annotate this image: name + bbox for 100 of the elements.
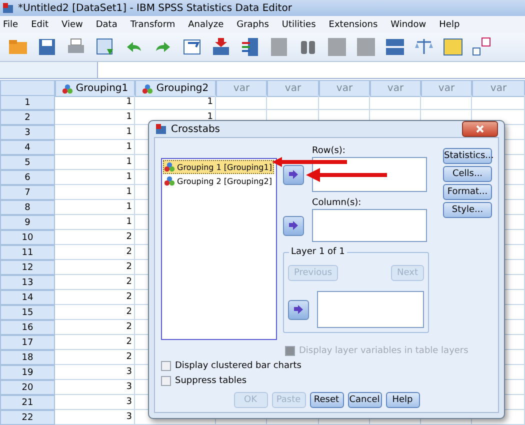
variable-list[interactable]: Grouping 1 [Grouping1] Grouping 2 [Grouping2] [161, 158, 277, 340]
rows-label: Row(s): [312, 146, 346, 157]
row-number[interactable]: 22 [0, 410, 55, 425]
variable-label: Grouping 1 [Grouping1] [177, 162, 272, 172]
close-icon [476, 125, 484, 133]
option-button[interactable]: Format... [443, 184, 492, 200]
scale-icon[interactable] [414, 37, 434, 57]
row-number[interactable]: 4 [0, 140, 55, 155]
checkbox-label: Display layer variables in table layers [299, 346, 468, 356]
row-number[interactable]: 17 [0, 335, 55, 350]
menu-item[interactable]: Transform [130, 20, 176, 30]
arrow-icon [292, 305, 304, 314]
dialog-button[interactable]: Help [386, 392, 420, 408]
row-number[interactable]: 18 [0, 350, 55, 365]
menu-item[interactable]: Data [96, 20, 118, 30]
cell-reference-field[interactable] [0, 62, 98, 78]
labels-icon[interactable] [472, 37, 492, 57]
window-title: *Untitled2 [DataSet1] - IBM SPSS Statistics Data Editor [18, 2, 292, 14]
row-number[interactable]: 14 [0, 290, 55, 305]
row-number[interactable]: 5 [0, 155, 55, 170]
table-cell: 2 [55, 290, 135, 305]
column-label: Grouping1 [76, 83, 128, 94]
table-cell: 2 [55, 350, 135, 365]
row-number[interactable]: 6 [0, 170, 55, 185]
menu-item[interactable]: File [3, 20, 18, 30]
checkbox-label: Suppress tables [175, 376, 247, 386]
row-number[interactable]: 15 [0, 305, 55, 320]
grid-icon[interactable] [269, 37, 289, 57]
variable-label: Grouping 2 [Grouping2] [177, 176, 272, 186]
grid-icon[interactable] [327, 37, 347, 57]
menu-item[interactable]: Graphs [236, 20, 269, 30]
row-number[interactable]: 9 [0, 215, 55, 230]
row-number[interactable]: 2 [0, 110, 55, 125]
menu-item[interactable]: Extensions [328, 20, 378, 30]
row-number[interactable]: 21 [0, 395, 55, 410]
circles-icon [142, 84, 154, 94]
column-header[interactable]: Grouping1 [55, 80, 135, 97]
table-cell: 2 [55, 245, 135, 260]
table-icon[interactable] [443, 37, 463, 57]
column-label: Grouping2 [156, 83, 209, 94]
checkbox-label: Display clustered bar charts [175, 361, 302, 371]
circles-icon [164, 176, 175, 186]
option-button[interactable]: Cells... [443, 166, 492, 182]
row-number[interactable]: 19 [0, 365, 55, 380]
dialog-title: Crosstabs [171, 124, 220, 134]
save-icon[interactable] [37, 37, 57, 57]
move-button[interactable] [283, 216, 304, 236]
row-number[interactable]: 16 [0, 320, 55, 335]
menu-item[interactable]: Edit [31, 20, 48, 30]
row-number[interactable]: 7 [0, 185, 55, 200]
folder-icon[interactable] [8, 37, 28, 57]
menu-item[interactable]: Window [390, 20, 426, 30]
table-cell: 1 [55, 200, 135, 215]
variable-item[interactable]: Grouping 1 [Grouping1] [163, 160, 274, 174]
menu-item[interactable]: Analyze [188, 20, 224, 30]
option-button[interactable]: Statistics... [443, 148, 492, 164]
menu-item[interactable]: Help [439, 20, 460, 30]
insert-column-icon[interactable] [240, 37, 260, 57]
menu-item[interactable]: Utilities [282, 20, 316, 30]
insert-row-icon[interactable] [211, 37, 231, 57]
table-cell: 1 [55, 125, 135, 140]
row-number[interactable]: 3 [0, 125, 55, 140]
column-header[interactable]: Grouping2 [135, 80, 216, 97]
grid-icon[interactable] [356, 37, 376, 57]
layer-field[interactable] [316, 291, 424, 328]
table-icon[interactable] [385, 37, 405, 57]
variable-item[interactable]: Grouping 2 [Grouping2] [163, 174, 274, 188]
dialog-icon[interactable] [95, 37, 115, 57]
dialog-button[interactable]: Reset [310, 392, 344, 408]
row-number[interactable]: 8 [0, 200, 55, 215]
option-button[interactable]: Style... [443, 202, 492, 218]
table-cell: 1 [55, 170, 135, 185]
table-cell: 2 [55, 275, 135, 290]
row-number[interactable]: 13 [0, 275, 55, 290]
arrow-icon [288, 221, 299, 230]
columns-field[interactable] [312, 209, 427, 242]
table-cell: 1 [135, 95, 216, 110]
table-cell: 3 [55, 380, 135, 395]
row-number[interactable]: 20 [0, 380, 55, 395]
table-cell: 1 [55, 155, 135, 170]
table-cell [472, 95, 525, 110]
row-number[interactable]: 12 [0, 260, 55, 275]
row-number[interactable]: 10 [0, 230, 55, 245]
row-number[interactable]: 1 [0, 95, 55, 110]
move-button[interactable] [288, 300, 309, 320]
checkbox[interactable] [161, 361, 171, 371]
close-button[interactable] [462, 121, 498, 137]
dialog-button[interactable]: Cancel [348, 392, 382, 408]
circles-icon [62, 84, 73, 94]
table-cell: 2 [55, 335, 135, 350]
menu-item[interactable]: View [62, 20, 83, 30]
move-button[interactable] [283, 164, 304, 184]
arrow-icon [288, 170, 299, 179]
app-icon [155, 123, 167, 135]
checkbox[interactable] [161, 376, 171, 386]
row-number[interactable]: 11 [0, 245, 55, 260]
app-icon [2, 2, 14, 14]
table-cell: 3 [55, 365, 135, 380]
table-cell: 3 [55, 395, 135, 410]
circles-icon [164, 162, 175, 172]
